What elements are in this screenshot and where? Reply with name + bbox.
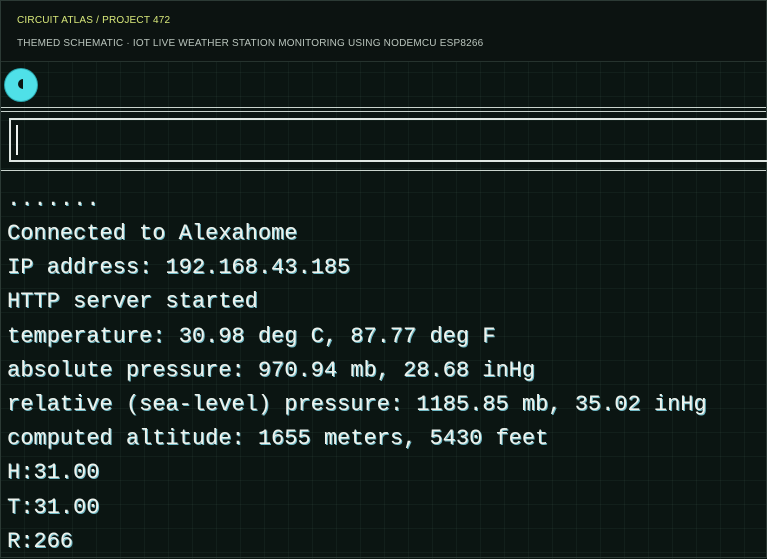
breadcrumb: CIRCUIT ATLAS / PROJECT 472 [17, 15, 171, 26]
log-line: R:266 [7, 528, 74, 554]
serial-input[interactable] [9, 118, 767, 162]
log-line: temperature: 30.98 deg C, 87.77 deg F [7, 323, 496, 349]
log-line: relative (sea-level) pressure: 1185.85 m… [7, 392, 707, 418]
reset-button[interactable] [5, 69, 37, 101]
text-caret [16, 125, 18, 155]
reset-circle-icon [18, 79, 23, 89]
input-panel [1, 111, 767, 171]
log-line: absolute pressure: 970.94 mb, 28.68 inHg [7, 357, 536, 383]
serial-monitor-output: ....... Connected to Alexahome IP addres… [7, 183, 765, 559]
app-header: CIRCUIT ATLAS / PROJECT 472 THEMED SCHEM… [1, 1, 766, 62]
log-line: ....... [7, 187, 100, 212]
log-line: computed altitude: 1655 meters, 5430 fee… [7, 426, 549, 452]
log-line: Connected to Alexahome [7, 221, 298, 246]
log-line: T:31.00 [7, 494, 100, 520]
log-line: IP address: 192.168.43.185 [7, 255, 351, 281]
log-line: H:31.00 [7, 460, 100, 486]
toolbar-divider [1, 107, 766, 108]
log-line: HTTP server started [7, 289, 258, 315]
serial-toolbar [1, 62, 766, 108]
page-subtitle: THEMED SCHEMATIC · IOT LIVE WEATHER STAT… [17, 38, 484, 49]
